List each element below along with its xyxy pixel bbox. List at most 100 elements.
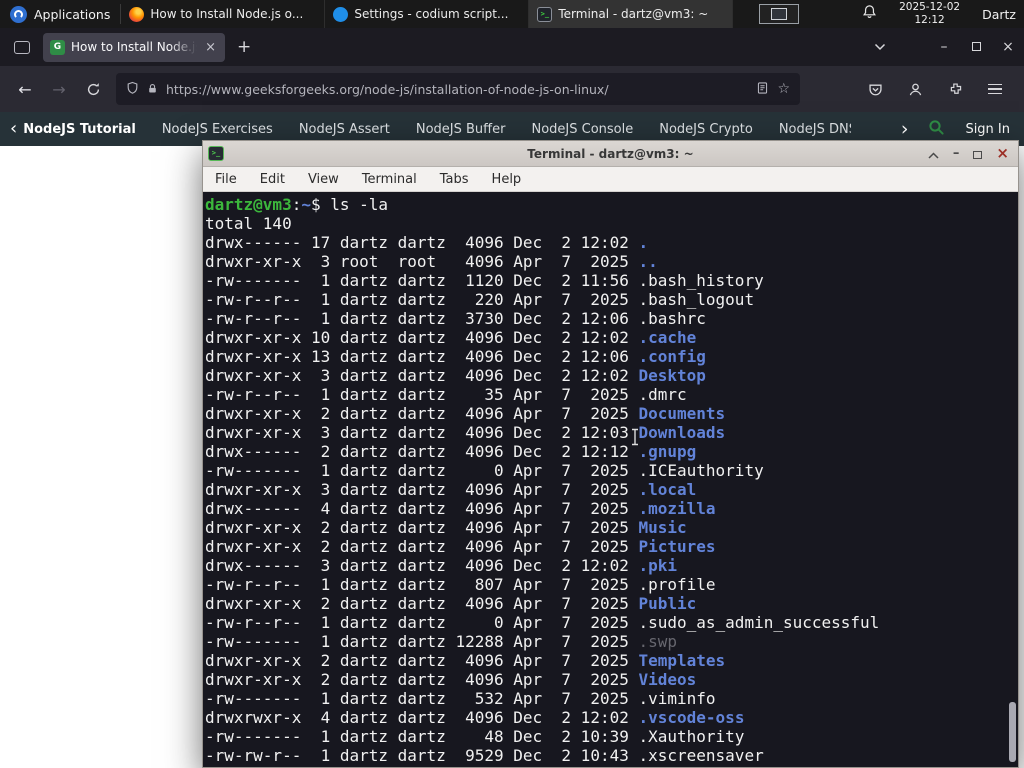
terminal-line: drwxrwxr-x 4 dartz dartz 4096 Dec 2 12:0… [205,708,745,727]
terminal-maximize-button[interactable] [973,144,983,163]
top-panel: Applications How to Install Node.js o...… [0,0,1024,28]
window-minimize-button[interactable]: – [928,39,960,55]
taskbar-item-browser[interactable]: How to Install Node.js o... [121,0,326,28]
tab-close-icon[interactable]: × [203,40,218,55]
window-maximize-button[interactable] [960,39,992,55]
nav-scroll-left-icon[interactable]: ‹ [10,120,17,138]
terminal-line: -rw-r--r-- 1 dartz dartz 807 Apr 7 2025 … [205,575,716,594]
taskbar-item-terminal[interactable]: >_ Terminal - dartz@vm3: ~ [529,0,734,28]
terminal-line: -rw------- 1 dartz dartz 0 Apr 7 2025 .I… [205,461,764,480]
user-menu[interactable]: Dartz [982,7,1016,22]
reload-button[interactable] [76,74,110,104]
terminal-window: >_ Terminal - dartz@vm3: ~ – × File Edit V… [202,140,1019,768]
terminal-line: -rw-r--r-- 1 dartz dartz 0 Apr 7 2025 .s… [205,613,880,632]
bookmark-star-icon[interactable]: ☆ [777,81,790,97]
terminal-line: drwxr-xr-x 3 root root 4096 Apr 7 2025 .… [205,252,658,271]
terminal-menu-item[interactable]: File [215,172,237,187]
terminal-menu-item[interactable]: Tabs [440,172,469,187]
terminal-menu-item[interactable]: Terminal [362,172,417,187]
terminal-line: -rw-r--r-- 1 dartz dartz 220 Apr 7 2025 … [205,290,755,309]
window-close-button[interactable]: × [992,39,1024,55]
terminal-line: drwxr-xr-x 2 dartz dartz 4096 Apr 7 2025… [205,404,726,423]
clock[interactable]: 2025-12-02 12:12 [899,1,960,27]
terminal-scrollbar[interactable] [1009,702,1016,762]
terminal-app-icon: >_ [208,146,224,161]
firefox-view-icon[interactable] [14,40,30,54]
toolbar-right-icons [858,74,1016,104]
sign-in-button[interactable]: Sign In [965,122,1010,137]
nav-scroll-right-icon[interactable]: › [901,119,909,139]
pocket-icon[interactable] [858,74,892,104]
terminal-line: drwxr-xr-x 10 dartz dartz 4096 Dec 2 12:… [205,328,697,347]
terminal-content[interactable]: dartz@vm3:~$ ls -la total 140 drwx------ 1… [203,192,1018,767]
mouse-cursor [630,428,640,450]
terminal-line: drwxr-xr-x 13 dartz dartz 4096 Dec 2 12:… [205,347,706,366]
terminal-line: -rw------- 1 dartz dartz 48 Dec 2 10:39 … [205,727,745,746]
account-icon[interactable] [898,74,932,104]
firefox-icon [129,6,145,22]
gfg-nav-item[interactable]: NodeJS DNS [779,122,851,137]
terminal-line: -rw-r--r-- 1 dartz dartz 35 Apr 7 2025 .… [205,385,687,404]
gfg-nav-item[interactable]: NodeJS Crypto [659,122,753,137]
terminal-line: -rw------- 1 dartz dartz 532 Apr 7 2025 … [205,689,716,708]
terminal-line: drwxr-xr-x 2 dartz dartz 4096 Apr 7 2025… [205,537,716,556]
browser-tab[interactable]: G How to Install Node.js on... × [43,32,225,62]
clock-date: 2025-12-02 [899,0,961,13]
terminal-line: total 140 [205,214,292,233]
terminal-menu-item[interactable]: View [308,172,339,187]
clock-time: 12:12 [914,14,945,26]
taskbar-item-title: Settings - codium script... [354,7,509,21]
terminal-line: drwxr-xr-x 3 dartz dartz 4096 Dec 2 12:0… [205,366,706,385]
applications-label: Applications [34,6,111,22]
menu-hamburger-icon[interactable] [978,74,1012,104]
vscodium-icon [333,6,349,22]
gfg-nav-item[interactable]: NodeJS Tutorial [23,122,136,137]
terminal-minimize-button[interactable]: – [953,146,960,161]
taskbar-item-codium-settings[interactable]: Settings - codium script... [325,0,530,28]
terminal-menu-item[interactable]: Edit [260,172,285,187]
terminal-menu-item[interactable]: Help [492,172,522,187]
extensions-icon[interactable] [938,74,972,104]
terminal-title: Terminal - dartz@vm3: ~ [527,146,694,161]
terminal-line: drwx------ 4 dartz dartz 4096 Apr 7 2025… [205,499,716,518]
workspace-switcher[interactable] [759,4,800,24]
panel-right-cluster: 2025-12-02 12:12 Dartz [862,1,1024,27]
terminal-line: drwxr-xr-x 2 dartz dartz 4096 Apr 7 2025… [205,651,726,670]
geeksforgeeks-favicon: G [50,39,65,55]
terminal-line: -rw-rw-r-- 1 dartz dartz 9529 Dec 2 10:4… [205,746,764,765]
taskbar-item-title: How to Install Node.js o... [150,7,304,21]
shade-button[interactable] [928,144,939,163]
terminal-line: drwxr-xr-x 3 dartz dartz 4096 Dec 2 12:0… [205,423,726,442]
back-button[interactable]: ← [8,74,42,104]
new-tab-button[interactable]: + [237,37,251,57]
terminal-line: -rw------- 1 dartz dartz 1120 Dec 2 11:5… [205,271,764,290]
gfg-nav-item[interactable]: NodeJS Assert [299,122,390,137]
terminal-line: drwx------ 17 dartz dartz 4096 Dec 2 12:… [205,233,649,252]
gfg-nav-item[interactable]: NodeJS Buffer [416,122,506,137]
url-bar[interactable]: https://www.geeksforgeeks.org/node-js/in… [116,73,800,105]
list-all-tabs-icon[interactable] [874,43,886,51]
reader-mode-icon[interactable] [756,80,769,99]
applications-menu-button[interactable]: Applications [0,0,120,28]
tracking-shield-icon[interactable] [126,80,139,99]
terminal-line: -rw-r--r-- 1 dartz dartz 3730 Dec 2 12:0… [205,309,706,328]
terminal-menubar: File Edit View Terminal Tabs Help [203,167,1018,192]
terminal-line: drwxr-xr-x 2 dartz dartz 4096 Apr 7 2025… [205,594,697,613]
terminal-line: drwxr-xr-x 3 dartz dartz 4096 Apr 7 2025… [205,480,697,499]
gfg-nav-item[interactable]: NodeJS Exercises [162,122,273,137]
search-icon[interactable] [928,119,945,140]
padlock-icon [147,80,158,99]
gfg-nav-items: NodeJS Tutorial NodeJS Exercises NodeJS As… [23,122,851,137]
workspace-window-thumbnail [771,8,788,20]
gfg-nav-item[interactable]: NodeJS Console [531,122,633,137]
url-text: https://www.geeksforgeeks.org/node-js/in… [166,81,609,97]
tab-bar: G How to Install Node.js on... × + – × [0,28,1024,66]
tab-title: How to Install Node.js on... [71,40,198,54]
terminal-titlebar[interactable]: >_ Terminal - dartz@vm3: ~ – × [203,141,1018,167]
terminal-close-button[interactable]: × [996,146,1009,161]
terminal-line: drwx------ 2 dartz dartz 4096 Dec 2 12:1… [205,442,697,461]
terminal-line: drwxr-xr-x 2 dartz dartz 4096 Apr 7 2025… [205,518,687,537]
notification-bell-icon[interactable] [862,4,877,24]
terminal-line: drwxr-xr-x 2 dartz dartz 4096 Apr 7 2025… [205,670,697,689]
forward-button[interactable]: → [42,74,76,104]
